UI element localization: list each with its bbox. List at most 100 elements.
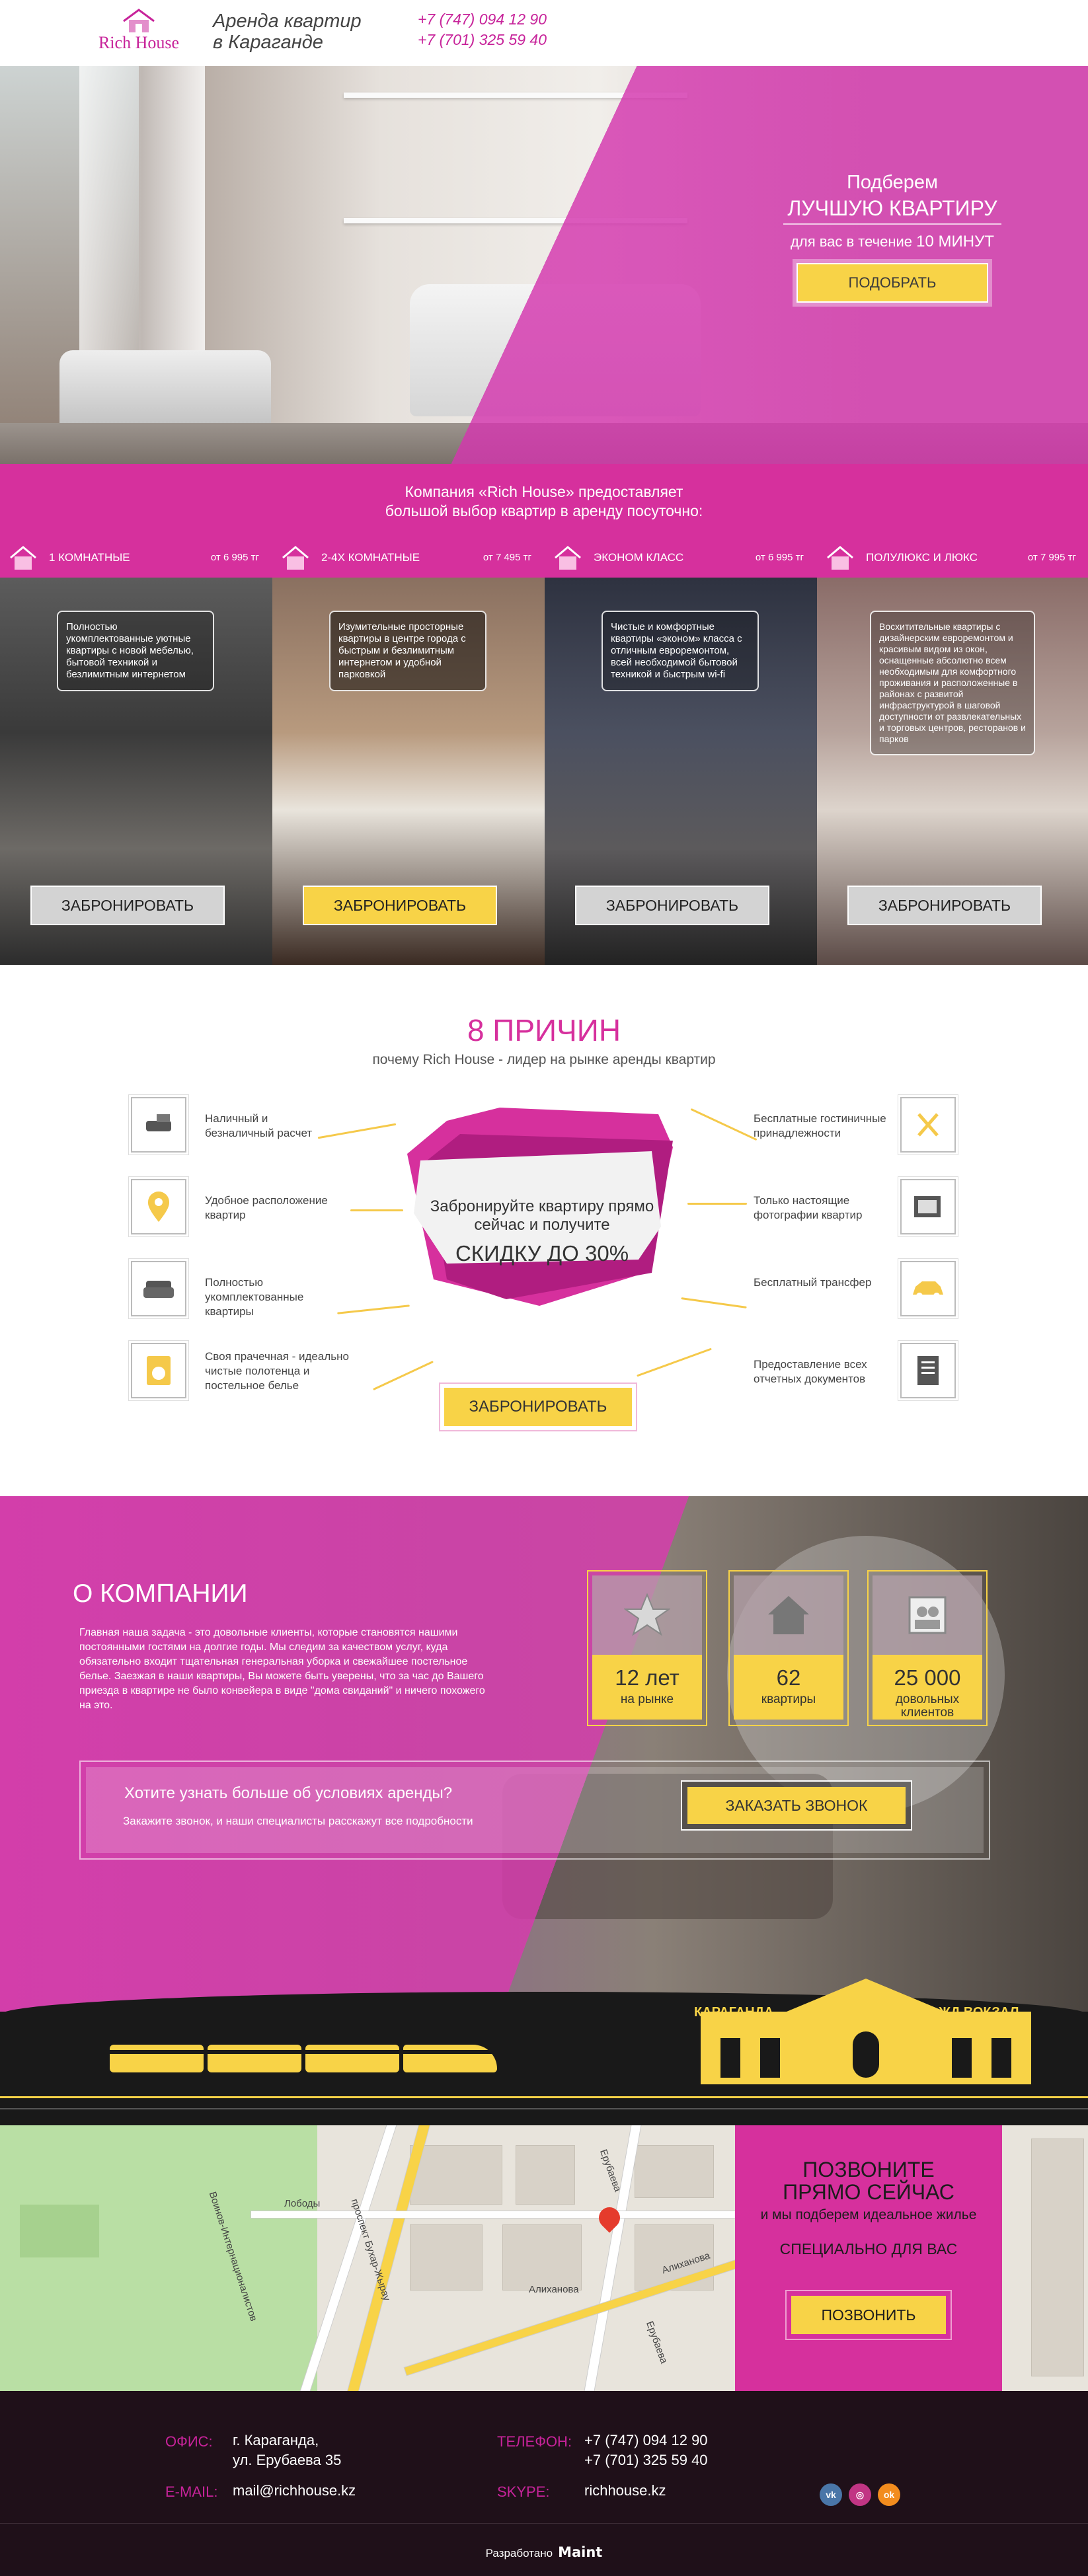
skype-link[interactable]: richhouse.kz (584, 2481, 666, 2501)
reasons-subtitle: почему Rich House - лидер на рынке аренд… (372, 1052, 716, 1067)
stat-years: 12 лет на рынке (587, 1570, 707, 1726)
call-now-button[interactable]: ПОЗВОНИТЬ (785, 2290, 952, 2340)
order-call-label: ЗАКАЗАТЬ ЗВОНОК (687, 1787, 906, 1824)
card-1-room: 1 КОМНАТНЫЕ от 6 995 тг Полностью укомпл… (0, 538, 272, 965)
card-lux: ПОЛУЛЮКС И ЛЮКС от 7 995 тг Восхитительн… (817, 538, 1088, 965)
card-description: Восхитительные квартиры с дизайнерским е… (870, 611, 1035, 755)
card-price: от 6 995 тг (755, 552, 804, 563)
footer-phone-1[interactable]: +7 (747) 094 12 90 (584, 2431, 708, 2450)
house-icon (553, 543, 583, 572)
house-icon (734, 1575, 843, 1655)
rail (0, 2096, 1088, 2098)
card-2-4-room: 2-4Х КОМНАТНЫЕ от 7 495 тг Изумительные … (272, 538, 545, 965)
skype-label: SKYPE: (497, 2483, 550, 2500)
intro-line-2: большой выбор квартир в аренду посуточно… (385, 502, 703, 519)
arrow-decoration (687, 1203, 747, 1205)
ribbon-line-1: Забронируйте квартиру прямо (430, 1197, 654, 1215)
office-line-1: г. Караганда, (233, 2432, 319, 2448)
footer-divider (0, 2523, 1088, 2524)
card-header: 1 КОМНАТНЫЕ от 6 995 тг (0, 538, 272, 578)
footer-phone-2[interactable]: +7 (701) 325 59 40 (584, 2450, 708, 2470)
site-header: Rich House Аренда квартир в Караганде +7… (0, 0, 1088, 66)
hero-section: Подберем ЛУЧШУЮ КВАРТИРУ для вас в течен… (0, 66, 1088, 464)
reasons-title: 8 ПРИЧИН (467, 1013, 621, 1047)
stat-label: довольных клиентов (895, 1692, 960, 1720)
email-label: E-MAIL: (165, 2483, 218, 2500)
book-button-1[interactable]: ЗАБРОНИРОВАТЬ (30, 886, 225, 925)
book-button-main[interactable]: ЗАБРОНИРОВАТЬ (439, 1383, 637, 1431)
reason-right-2: Только настоящие фотографии квартир (754, 1194, 863, 1221)
card-description: Изумительные просторные квартиры в центр… (329, 611, 486, 691)
card-header: ЭКОНОМ КЛАСС от 6 995 тг (545, 538, 817, 578)
train-wagon (305, 2045, 399, 2072)
armchair-icon (131, 1261, 186, 1316)
intro-line-1: Компания «Rich House» предоставляет (405, 483, 683, 500)
reason-left-4: Своя прачечная - идеально чистые полотен… (205, 1350, 349, 1392)
phone-link-2[interactable]: +7 (701) 325 59 40 (418, 30, 547, 50)
map-park (0, 2125, 317, 2391)
order-call-button[interactable]: ЗАКАЗАТЬ ЗВОНОК (681, 1780, 912, 1831)
tagline-line-1: Аренда квартир (213, 11, 362, 32)
map-block (410, 2224, 483, 2291)
stat-number: 12 лет (615, 1665, 680, 1690)
apartment-cards: 1 КОМНАТНЫЕ от 6 995 тг Полностью укомпл… (0, 538, 1088, 965)
callback-box: Хотите узнать больше об условиях аренды?… (79, 1761, 990, 1860)
instagram-icon[interactable]: ◎ (849, 2483, 871, 2506)
cash-hand-icon (131, 1097, 186, 1153)
tagline-line-2: в Караганде (213, 32, 323, 53)
call-title-2: ПРЯМО СЕЙЧАС (783, 2180, 954, 2204)
ribbon-text: Забронируйте квартиру прямо сейчас и пол… (416, 1197, 668, 1266)
pick-button[interactable]: ПОДОБРАТЬ (797, 263, 988, 303)
station-label-left: КАРАГАНДА (694, 2005, 774, 2020)
hero-line-3b: 10 МИНУТ (916, 233, 994, 250)
map-label: Лободы (284, 2198, 321, 2209)
dev-name[interactable]: Maint (558, 2544, 602, 2560)
arrow-decoration (681, 1297, 747, 1308)
reason-right-4: Предоставление всех отчетных документов (754, 1358, 867, 1385)
phone-link-1[interactable]: +7 (747) 094 12 90 (418, 9, 547, 30)
map-block (635, 2145, 714, 2198)
map-label: Ерубаева (644, 2320, 670, 2365)
station-building-icon (701, 1979, 1031, 2084)
card-econom: ЭКОНОМ КЛАСС от 6 995 тг Чистые и комфор… (545, 538, 817, 965)
email-link[interactable]: mail@richhouse.kz (233, 2481, 356, 2501)
rail (0, 2108, 1088, 2109)
book-button-2[interactable]: ЗАБРОНИРОВАТЬ (303, 886, 497, 925)
ribbon-discount: СКИДКУ ДО 30% (455, 1241, 629, 1266)
reason-left-3: Полностью укомплектованные квартиры (205, 1276, 304, 1318)
book-button-4[interactable]: ЗАБРОНИРОВАТЬ (847, 886, 1042, 925)
dev-label: Разработано (485, 2547, 553, 2559)
document-icon (900, 1343, 956, 1398)
book-button-3[interactable]: ЗАБРОНИРОВАТЬ (575, 886, 769, 925)
odnoklassniki-icon[interactable]: ok (878, 2483, 900, 2506)
hero-line-1: Подберем (847, 172, 938, 193)
logo[interactable]: Rich House (86, 8, 192, 59)
card-price: от 7 495 тг (483, 552, 531, 563)
arrow-decoration (337, 1305, 410, 1314)
vk-icon[interactable]: vk (820, 2483, 842, 2506)
map-block (1031, 2139, 1084, 2376)
call-title-1: ПОЗВОНИТЕ (802, 2158, 935, 2181)
footer-phones: +7 (747) 094 12 90 +7 (701) 325 59 40 (584, 2431, 708, 2470)
house-icon (825, 543, 855, 572)
call-panel: ПОЗВОНИТЕ ПРЯМО СЕЙЧАС и мы подберем иде… (735, 2125, 1002, 2391)
hero-line-2: ЛУЧШУЮ КВАРТИРУ (783, 196, 1001, 225)
reason-left-1: Наличный и безналичный расчет (205, 1112, 313, 1139)
about-title: О КОМПАНИИ (73, 1579, 248, 1608)
reason-right-1: Бесплатные гостиничные принадлежности (754, 1112, 886, 1139)
call-subtitle: и мы подберем идеальное жилье (760, 2207, 977, 2222)
map[interactable]: Лободы Ерубаева Алиханова Алиханова прос… (0, 2125, 1088, 2391)
logo-text: Rich House (98, 33, 180, 52)
office-address: г. Караганда, ул. Ерубаева 35 (233, 2431, 341, 2470)
card-header: ПОЛУЛЮКС И ЛЮКС от 7 995 тг (817, 538, 1088, 578)
book-button-label: ЗАБРОНИРОВАТЬ (444, 1388, 632, 1426)
hero-offer: Подберем ЛУЧШУЮ КВАРТИРУ для вас в течен… (760, 172, 1025, 303)
callback-subtext: Закажите звонок, и наши специалисты расс… (123, 1815, 473, 1827)
clients-icon (873, 1575, 982, 1655)
arrow-decoration (637, 1347, 712, 1377)
stat-apartments: 62 квартиры (728, 1570, 849, 1726)
hero-line-3: для вас в течение 10 МИНУТ (760, 233, 1025, 251)
station-illustration: КАРАГАНДА ЖД ВОКЗАЛ (0, 1979, 1088, 2125)
car-icon (900, 1261, 956, 1316)
train-locomotive (403, 2045, 497, 2072)
